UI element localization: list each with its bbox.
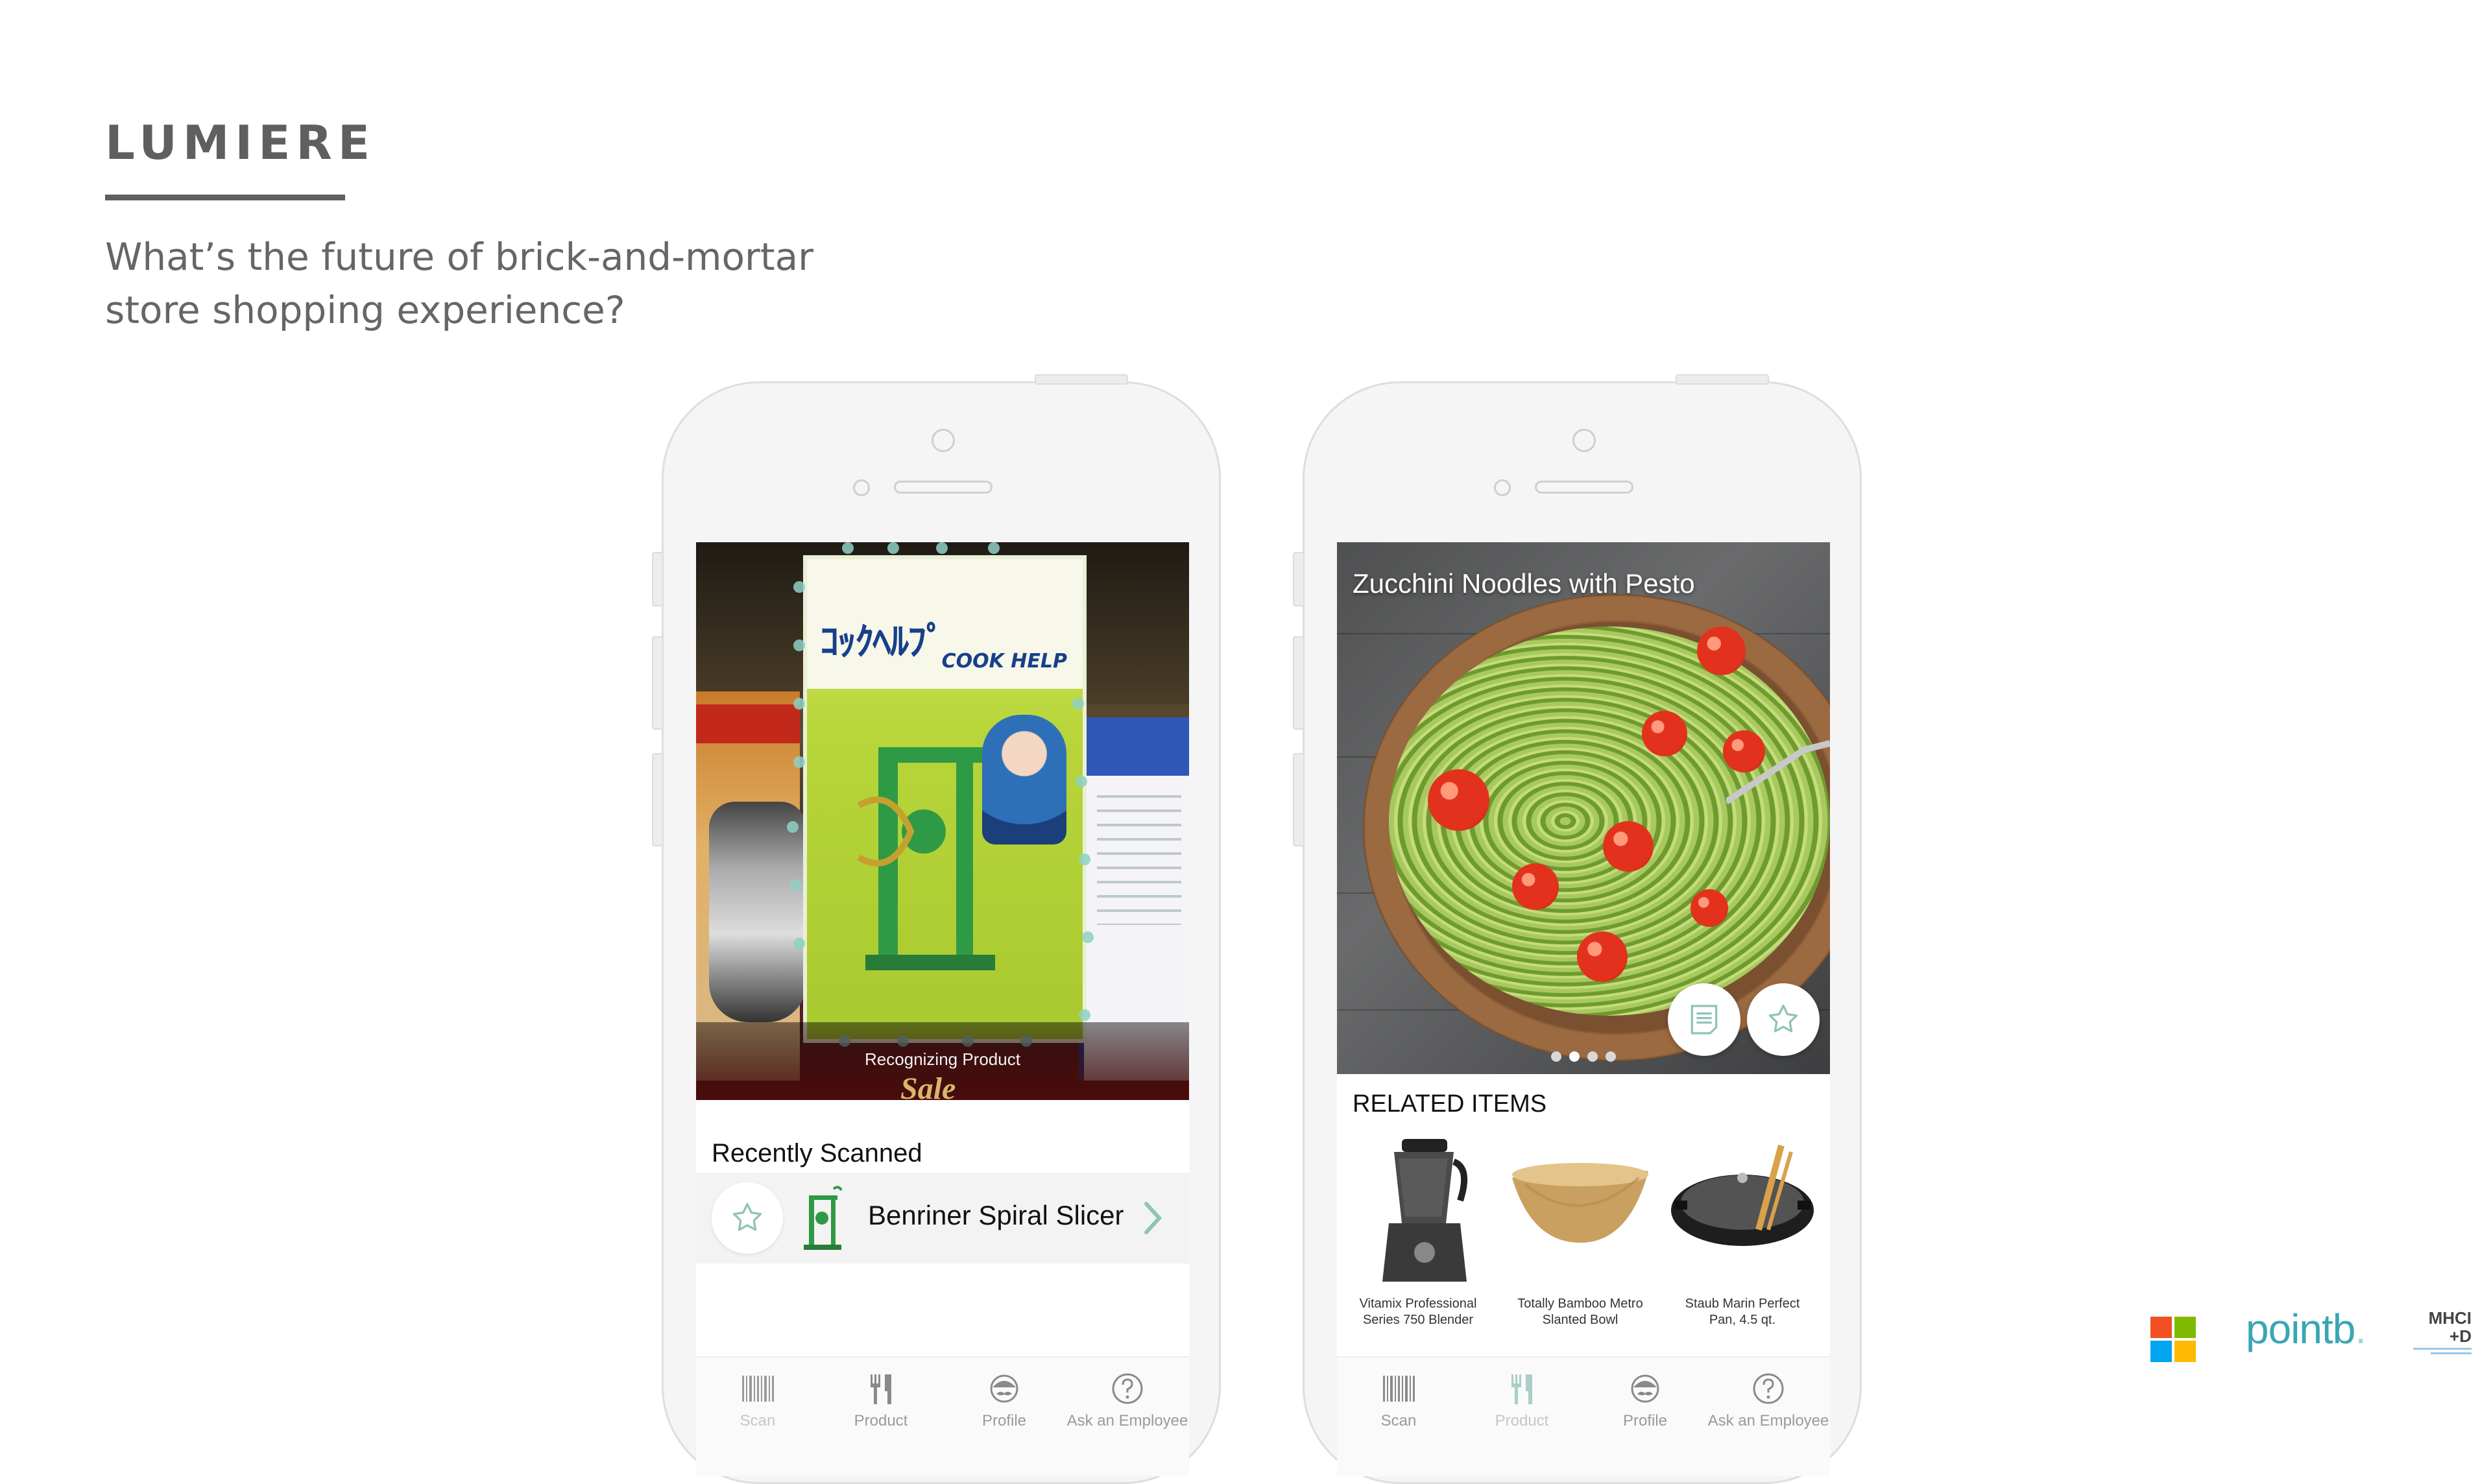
recent-item-name: Benriner Spiral Slicer — [868, 1200, 1124, 1230]
recently-scanned-title: Recently Scanned — [712, 1139, 922, 1167]
blender-image — [1382, 1139, 1467, 1282]
recipe-title: Zucchini Noodles with Pesto — [1353, 568, 1695, 599]
fork-image — [1726, 740, 1830, 805]
tab-scan[interactable]: Scan — [1337, 1358, 1460, 1476]
proximity-sensor — [853, 479, 870, 496]
brand-title: LUMIERE — [105, 115, 376, 170]
scanned-product-box: ｺｯｸﾍﾙﾌﾟ COOK HELP — [803, 555, 1087, 1043]
question-circle-icon — [1112, 1373, 1143, 1404]
volume-up-button — [652, 636, 664, 730]
mhci-logo: MHCI +D — [2413, 1309, 2472, 1354]
earpiece-speaker — [894, 481, 993, 494]
tab-profile-label: Profile — [981, 1412, 1027, 1430]
sale-sign: Sale — [900, 1071, 956, 1100]
barcode-icon — [1383, 1376, 1415, 1402]
volume-up-button — [1293, 636, 1305, 730]
page-dot-3[interactable] — [1587, 1051, 1598, 1062]
tab-product-label: Product — [854, 1412, 908, 1430]
volume-down-button — [652, 753, 664, 846]
spiral-slicer-illustration — [857, 747, 995, 970]
earpiece-speaker — [1535, 481, 1633, 494]
tab-scan-label: Scan — [740, 1412, 776, 1430]
bowl-image — [1512, 1163, 1648, 1243]
page-dot-2[interactable] — [1569, 1051, 1580, 1062]
tab-product[interactable]: Product — [1460, 1358, 1583, 1476]
food-chopper-image — [709, 802, 806, 1022]
tagline-line-2: store shopping experience? — [105, 288, 625, 332]
tab-profile-label: Profile — [1622, 1412, 1668, 1430]
recipe-notes-button[interactable] — [1668, 983, 1740, 1056]
related-item-pan[interactable]: Staub Marin Perfect Pan, 4.5 qt. — [1661, 1132, 1823, 1328]
mute-switch — [1293, 552, 1305, 606]
brand-underline — [105, 195, 345, 200]
pan-image — [1671, 1144, 1814, 1246]
pointb-logo: pointb. — [2246, 1306, 2366, 1352]
recent-item-row[interactable]: Benriner Spiral Slicer — [696, 1173, 1189, 1263]
microsoft-logo — [2150, 1317, 2196, 1362]
tab-ask-employee[interactable]: Ask an Employee — [1707, 1358, 1830, 1476]
question-circle-icon — [1753, 1373, 1784, 1404]
star-icon — [1768, 1004, 1798, 1033]
tab-ask-employee[interactable]: Ask an Employee — [1066, 1358, 1189, 1476]
product-box-japanese-logo: ｺｯｸﾍﾙﾌﾟ — [820, 619, 945, 664]
page-dot-1[interactable] — [1551, 1051, 1561, 1062]
recognizing-status: Recognizing Product — [865, 1049, 1020, 1069]
power-button — [1676, 374, 1769, 385]
tab-product-label: Product — [1495, 1412, 1549, 1430]
related-items-title: RELATED ITEMS — [1353, 1090, 1547, 1118]
tab-scan[interactable]: Scan — [696, 1358, 819, 1476]
carousel-page-indicator[interactable] — [1337, 1051, 1830, 1063]
tab-scan-label: Scan — [1380, 1412, 1417, 1430]
profile-mustache-icon — [1631, 1374, 1659, 1403]
product-screen: Zucchini Noodles with Pesto RELATED ITEM… — [1337, 542, 1830, 1476]
tab-profile[interactable]: Profile — [943, 1358, 1066, 1476]
tagline: What’s the future of brick-and-mortar st… — [105, 230, 1013, 337]
slicer-thumbnail — [804, 1186, 843, 1250]
favorite-button[interactable] — [712, 1182, 783, 1254]
tab-product[interactable]: Product — [819, 1358, 943, 1476]
volume-down-button — [1293, 753, 1305, 846]
related-item-bowl-name: Totally Bamboo Metro Slanted Bowl — [1517, 1297, 1643, 1327]
phone-product: Zucchini Noodles with Pesto RELATED ITEM… — [1293, 374, 1862, 1484]
scan-screen: ｺｯｸﾍﾙﾌﾟ COOK HELP Sale Recognizing Produ… — [696, 542, 1189, 1476]
recipe-hero-image[interactable]: Zucchini Noodles with Pesto — [1337, 542, 1830, 1074]
fork-knife-icon — [1511, 1374, 1532, 1404]
power-button — [1035, 374, 1128, 385]
tab-bar: Scan Product Profile Ask an Employee — [696, 1356, 1189, 1476]
tagline-line-1: What’s the future of brick-and-mortar — [105, 235, 814, 279]
related-item-blender[interactable]: Vitamix Professional Series 750 Blender — [1337, 1132, 1499, 1328]
phone-scan: ｺｯｸﾍﾙﾌﾟ COOK HELP Sale Recognizing Produ… — [652, 374, 1221, 1484]
barcode-icon — [742, 1376, 774, 1402]
tab-ask-employee-label: Ask an Employee — [1066, 1412, 1188, 1430]
mute-switch — [652, 552, 664, 606]
chevron-right-icon[interactable] — [1140, 1199, 1166, 1238]
proximity-sensor — [1494, 479, 1511, 496]
product-box-model-photo — [982, 715, 1066, 844]
related-item-pan-name: Staub Marin Perfect Pan, 4.5 qt. — [1685, 1297, 1800, 1327]
tab-bar: Scan Product Profile Ask an Employee — [1337, 1356, 1830, 1476]
fork-knife-icon — [871, 1374, 891, 1404]
notes-icon — [1691, 1005, 1718, 1035]
page-dot-4[interactable] — [1606, 1051, 1616, 1062]
star-icon — [732, 1203, 762, 1231]
product-box-english-logo: COOK HELP — [941, 650, 1067, 673]
favorite-recipe-button[interactable] — [1747, 983, 1820, 1056]
related-item-bowl[interactable]: Totally Bamboo Metro Slanted Bowl — [1499, 1132, 1661, 1328]
tab-profile[interactable]: Profile — [1583, 1358, 1707, 1476]
profile-mustache-icon — [990, 1374, 1018, 1403]
tab-ask-employee-label: Ask an Employee — [1707, 1412, 1829, 1430]
camera-viewfinder[interactable]: ｺｯｸﾍﾙﾌﾟ COOK HELP Sale Recognizing Produ… — [696, 542, 1189, 1100]
front-camera — [1572, 429, 1596, 452]
related-item-blender-name: Vitamix Professional Series 750 Blender — [1359, 1297, 1477, 1327]
front-camera — [932, 429, 955, 452]
